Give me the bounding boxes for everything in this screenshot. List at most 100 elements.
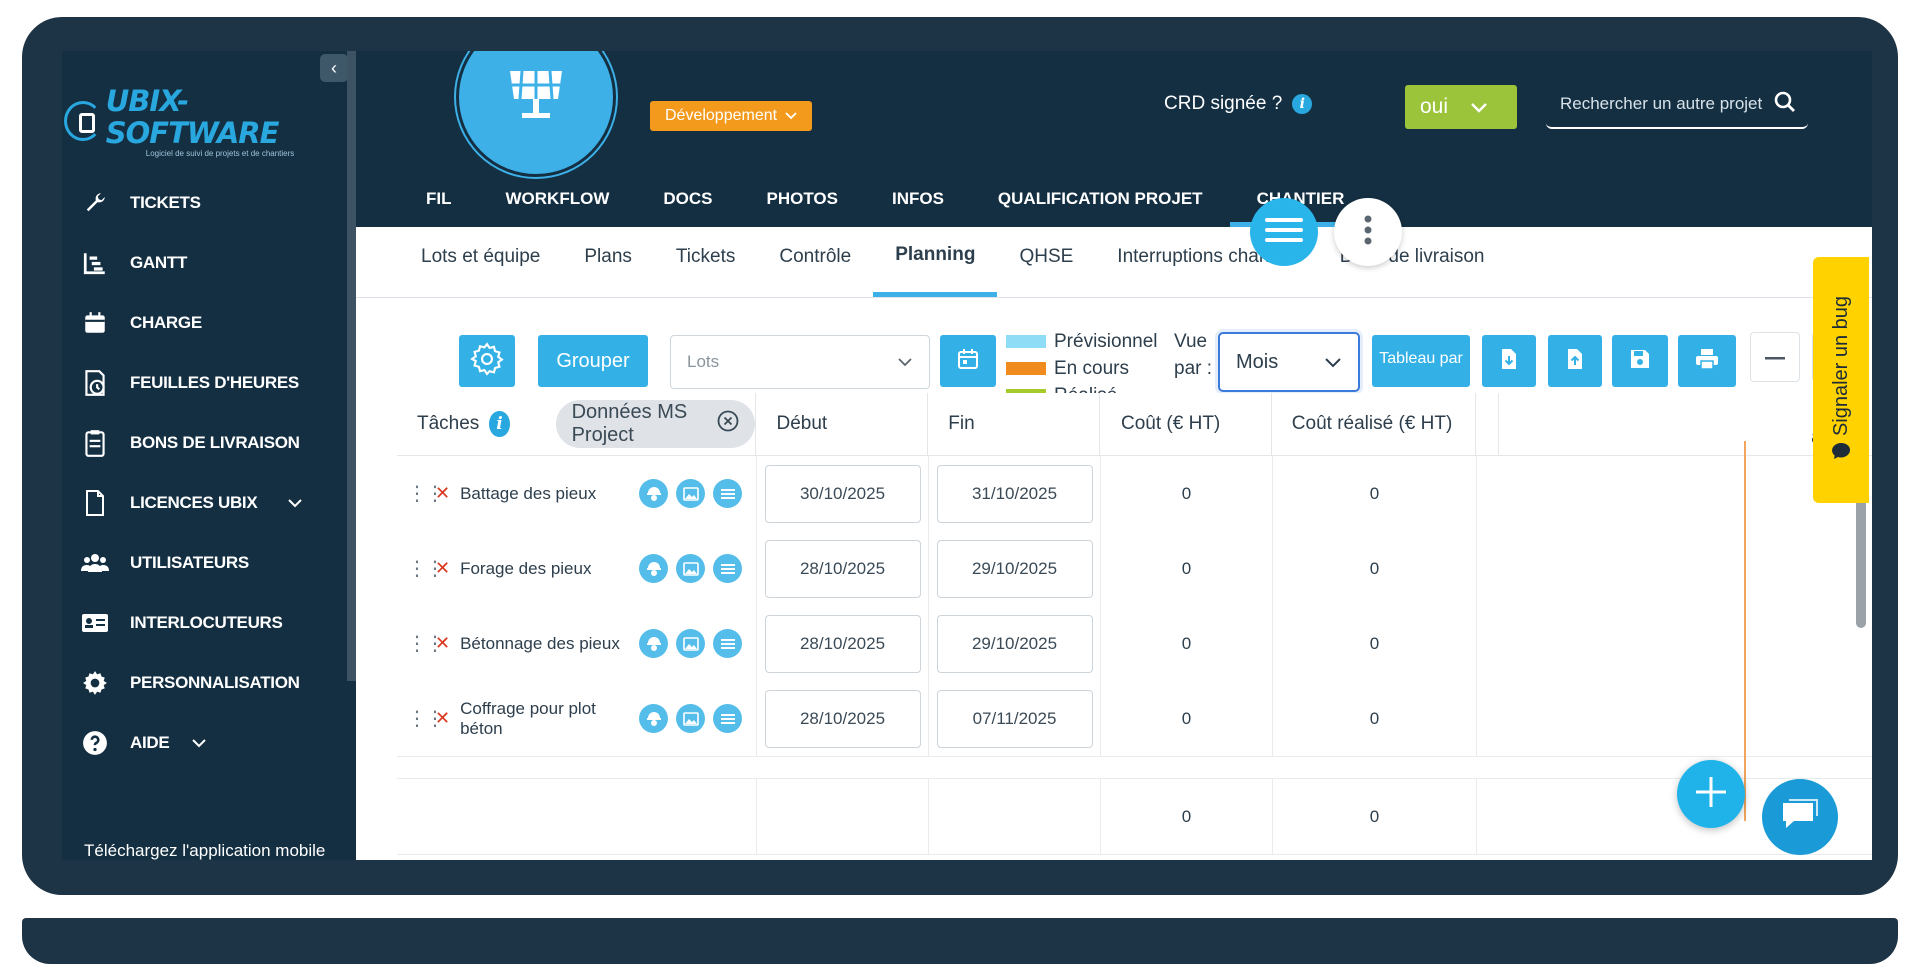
sidebar-collapse-button[interactable]: ‹ (320, 54, 348, 82)
crd-signed-select[interactable]: oui (1405, 85, 1517, 129)
col-header-cost-done[interactable]: Coût réalisé (€ HT) (1272, 393, 1476, 455)
export-button[interactable] (1482, 335, 1536, 387)
subtab-lots-equipe[interactable]: Lots et équipe (356, 227, 562, 297)
start-date-input[interactable]: 28/10/2025 (764, 689, 921, 748)
start-date-input[interactable]: 30/10/2025 (764, 464, 921, 523)
sidebar: ‹ UBIX-SOFTWARE Logiciel de suivi de pro… (62, 51, 356, 860)
sidebar-item-feuilles-heures[interactable]: FEUILLES D'HEURES (62, 353, 356, 413)
date-picker-button[interactable] (940, 335, 996, 387)
tab-qualification-projet[interactable]: QUALIFICATION PROJET (971, 175, 1230, 227)
report-bug-text: Signaler un bug (1829, 295, 1852, 437)
print-button[interactable] (1678, 335, 1736, 387)
brand-logo[interactable]: UBIX-SOFTWARE Logiciel de suivi de proje… (64, 85, 344, 158)
table-scrollbar[interactable] (1856, 493, 1866, 628)
end-date-input[interactable]: 07/11/2025 (936, 689, 1093, 748)
subtab-tickets[interactable]: Tickets (654, 227, 757, 297)
save-button[interactable] (1612, 335, 1668, 387)
start-date-input[interactable]: 28/10/2025 (764, 539, 921, 598)
crd-signed-label: CRD signée ? i (1164, 93, 1313, 115)
delete-icon[interactable]: ✕ (435, 708, 450, 729)
search-icon[interactable] (1774, 91, 1796, 118)
delete-icon[interactable]: ✕ (435, 558, 450, 579)
tab-workflow[interactable]: WORKFLOW (479, 175, 637, 227)
worker-icon[interactable] (639, 479, 668, 508)
task-name[interactable]: Coffrage pour plot béton (460, 699, 639, 739)
project-avatar[interactable] (456, 51, 616, 177)
end-date-input[interactable]: 29/10/2025 (936, 539, 1093, 598)
sidebar-item-licences[interactable]: LICENCES UBIX (62, 473, 356, 533)
project-status-dropdown[interactable]: Développement (650, 101, 813, 131)
subtab-qhse[interactable]: QHSE (997, 227, 1095, 297)
sidebar-item-interlocuteurs[interactable]: INTERLOCUTEURS (62, 593, 356, 653)
sidebar-item-personnalisation[interactable]: PERSONNALISATION (62, 653, 356, 713)
delete-icon[interactable]: ✕ (435, 483, 450, 504)
col-header-start[interactable]: Début (756, 393, 929, 455)
image-icon[interactable] (676, 479, 705, 508)
sidebar-scrollbar[interactable] (347, 51, 356, 681)
image-icon[interactable] (676, 704, 705, 733)
list-icon[interactable] (713, 554, 742, 583)
drag-handle-icon[interactable]: ⋮⋮ (407, 481, 445, 506)
worker-icon[interactable] (639, 704, 668, 733)
table-row[interactable]: ⋮⋮ ✕ Bétonnage des pieux 28/10/2025 29/1… (397, 606, 1872, 682)
subtab-plans[interactable]: Plans (562, 227, 654, 297)
info-icon[interactable]: i (489, 411, 510, 437)
subtab-controle[interactable]: Contrôle (757, 227, 873, 297)
zoom-out-button[interactable] (1750, 332, 1800, 382)
drag-handle-icon[interactable]: ⋮⋮ (407, 556, 445, 581)
delete-icon[interactable]: ✕ (435, 633, 450, 654)
mobile-app-link[interactable]: Téléchargez l'application mobile (84, 841, 325, 860)
worker-icon[interactable] (639, 554, 668, 583)
chat-support-button[interactable] (1762, 779, 1838, 855)
drag-handle-icon[interactable]: ⋮⋮ (407, 706, 445, 731)
sidebar-item-bons-livraison[interactable]: BONS DE LIVRAISON (62, 413, 356, 473)
table-row[interactable]: ⋮⋮ ✕ Coffrage pour plot béton 28/10/2025… (397, 681, 1872, 757)
sidebar-item-aide[interactable]: AIDE (62, 713, 356, 773)
sidebar-item-tickets[interactable]: TICKETS (62, 173, 356, 233)
legend-swatch (1006, 335, 1046, 348)
hamburger-menu-button[interactable] (1250, 198, 1318, 266)
image-icon[interactable] (676, 629, 705, 658)
list-icon[interactable] (713, 704, 742, 733)
task-name[interactable]: Forage des pieux (460, 559, 591, 579)
project-search (1546, 81, 1808, 129)
import-button[interactable] (1548, 335, 1602, 387)
view-scale-select[interactable]: Mois (1218, 332, 1360, 392)
close-circle-icon[interactable] (717, 410, 739, 438)
users-icon (80, 548, 110, 578)
end-date-input[interactable]: 29/10/2025 (936, 614, 1093, 673)
group-button[interactable]: Grouper (538, 335, 648, 387)
subtab-planning[interactable]: Planning (873, 227, 998, 297)
task-name[interactable]: Bétonnage des pieux (460, 634, 620, 654)
col-header-end[interactable]: Fin (928, 393, 1101, 455)
list-icon[interactable] (713, 629, 742, 658)
worker-icon[interactable] (639, 629, 668, 658)
project-search-input[interactable] (1546, 93, 1774, 115)
tab-photos[interactable]: PHOTOS (739, 175, 864, 227)
ms-project-filter-chip[interactable]: Données MS Project (555, 400, 756, 448)
sidebar-item-utilisateurs[interactable]: UTILISATEURS (62, 533, 356, 593)
tab-fil[interactable]: FIL (356, 175, 479, 227)
list-icon[interactable] (713, 479, 742, 508)
col-header-cost[interactable]: Coût (€ HT) (1100, 393, 1272, 455)
sidebar-item-gantt[interactable]: GANTT (62, 233, 356, 293)
drag-handle-icon[interactable]: ⋮⋮ (407, 631, 445, 656)
table-view-button[interactable]: Tableau par (1372, 335, 1470, 387)
more-options-button[interactable] (1334, 198, 1402, 266)
end-cell: 29/10/2025 (929, 606, 1101, 681)
tab-docs[interactable]: DOCS (636, 175, 739, 227)
report-bug-tab[interactable]: Signaler un bug (1813, 257, 1869, 503)
info-icon[interactable]: i (1292, 94, 1313, 114)
start-date-input[interactable]: 28/10/2025 (764, 614, 921, 673)
image-icon[interactable] (676, 554, 705, 583)
add-task-fab[interactable] (1677, 760, 1745, 828)
legend-label: Prévisionnel (1054, 330, 1158, 352)
end-date-input[interactable]: 31/10/2025 (936, 464, 1093, 523)
table-row[interactable]: ⋮⋮ ✕ Forage des pieux 28/10/2025 29/10/2… (397, 531, 1872, 607)
settings-button[interactable] (459, 335, 515, 387)
table-row[interactable]: ⋮⋮ ✕ Battage des pieux 30/10/2025 31/10/… (397, 456, 1872, 532)
group-by-select[interactable]: Lots (670, 335, 930, 389)
sidebar-item-charge[interactable]: CHARGE (62, 293, 356, 353)
task-name[interactable]: Battage des pieux (460, 484, 596, 504)
tab-infos[interactable]: INFOS (865, 175, 971, 227)
